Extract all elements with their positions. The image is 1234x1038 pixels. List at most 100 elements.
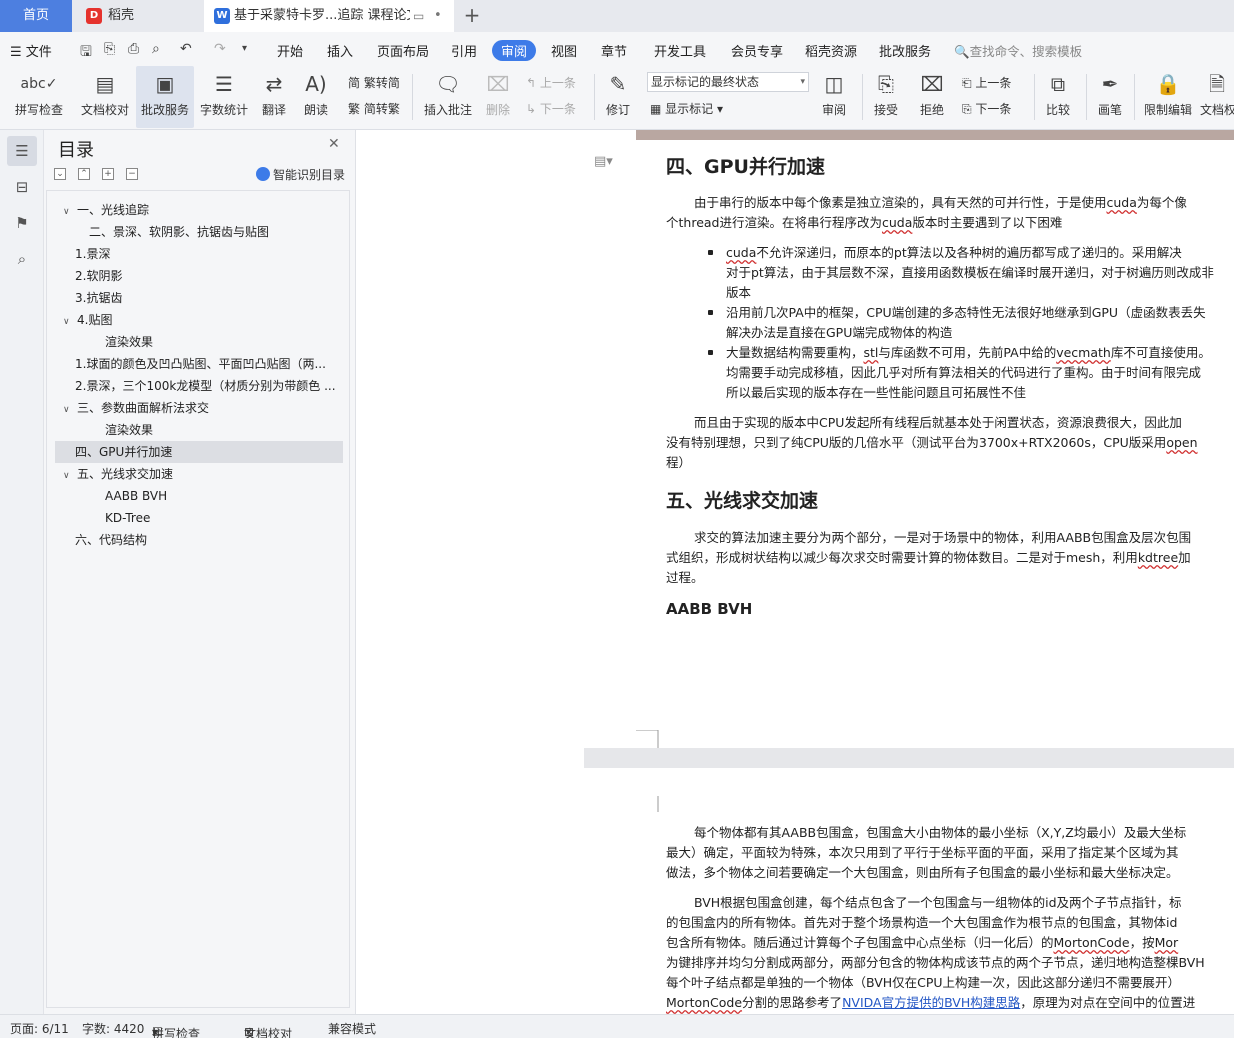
compare-button[interactable]: ⧉ 比较	[1040, 66, 1076, 128]
accept-button[interactable]: ⎘ 接受	[868, 66, 904, 128]
outline-item[interactable]: 1.球面的颜色及凹凸贴图、平面凹凸贴图（两...	[55, 353, 343, 375]
outline-item[interactable]: AABB BVH	[55, 485, 343, 507]
menu-member[interactable]: 会员专享	[731, 41, 783, 60]
monitor-icon[interactable]: ▭	[413, 0, 424, 32]
outline-item[interactable]: ∨ 一、光线追踪	[55, 199, 343, 221]
doc-rights-button[interactable]: 🗎 文档权	[1200, 66, 1234, 128]
prev-change-button[interactable]: ⎗ 上一条	[962, 74, 1011, 91]
close-icon[interactable]: •	[434, 0, 442, 32]
word-count-button[interactable]: ☰ 字数统计	[196, 66, 252, 128]
chapter-nav-icon[interactable]: ⊟	[7, 172, 37, 202]
markup-display-select[interactable]: 显示标记的最终状态 ▾	[647, 72, 809, 92]
proofread-button[interactable]: ▤ 文档校对	[76, 66, 134, 128]
menu-chapter[interactable]: 章节	[601, 41, 627, 60]
document-page[interactable]: 每个物体都有其AABB包围盒，包围盒大小由物体的最小坐标（X,Y,Z均最小）及最…	[584, 768, 1234, 1014]
show-marks-button[interactable]: ▦ 显示标记 ▾	[650, 100, 723, 117]
outline-item-label: 渲染效果	[105, 335, 154, 349]
bookmark-icon[interactable]: ⚑	[7, 208, 37, 238]
export-icon[interactable]: ⎘	[104, 41, 115, 57]
tab-daoke[interactable]: D 稻壳	[74, 0, 202, 32]
outline-icon[interactable]: ☰	[7, 136, 37, 166]
translate-button[interactable]: ⇄ 翻译	[256, 66, 292, 128]
outline-item[interactable]: 六、代码结构	[55, 529, 343, 551]
paragraph-options-icon[interactable]: ▤▾	[594, 154, 613, 169]
collapse-all-icon[interactable]: ⌃	[78, 168, 90, 180]
outline-item[interactable]: ∨ 4.贴图	[55, 309, 343, 331]
next-comment-button[interactable]: ↳ 下一条	[526, 100, 576, 117]
chevron-down-icon[interactable]: ∨	[63, 465, 77, 485]
menu-layout[interactable]: 页面布局	[377, 41, 429, 60]
read-aloud-button[interactable]: A) 朗读	[298, 66, 334, 128]
menu-insert[interactable]: 插入	[327, 41, 353, 60]
tab-daoke-label: 稻壳	[108, 8, 135, 23]
save-icon[interactable]: 🖫	[80, 41, 92, 65]
redo-icon[interactable]: ↷	[214, 41, 226, 57]
next-change-icon: ⎘	[962, 102, 976, 116]
menu-reference[interactable]: 引用	[451, 41, 477, 60]
document-area[interactable]: ▤▾ 四、GPU并行加速 由于串行的版本中每个像素是独立渲染的，具有天然的可并行…	[356, 130, 1234, 1014]
trad-to-simp-button[interactable]: 简 繁转简	[348, 74, 400, 91]
print-icon[interactable]: ⎙	[128, 41, 139, 57]
menu-daoke-resources[interactable]: 稻壳资源	[805, 41, 857, 60]
outline-item[interactable]: 2.景深，三个100k龙模型（材质分别为带颜色 ...	[55, 375, 343, 397]
tab-home[interactable]: 首页	[0, 0, 72, 32]
chevron-down-icon[interactable]: ∨	[63, 311, 77, 331]
paragraph-line: 式组织，形成树状结构以减少每次求交时需要计算的物体数目。二是对于mesh，利用k…	[666, 547, 1191, 566]
expand-all-icon[interactable]: ⌄	[54, 168, 66, 180]
delete-comment-button[interactable]: ⌧ 删除	[480, 66, 516, 128]
document-page[interactable]: ▤▾ 四、GPU并行加速 由于串行的版本中每个像素是独立渲染的，具有天然的可并行…	[584, 130, 1234, 748]
remove-heading-icon[interactable]: −	[126, 168, 138, 180]
preview-icon[interactable]: ⌕	[152, 41, 160, 57]
outline-item[interactable]: 3.抗锯齿	[55, 287, 343, 309]
page-indicator[interactable]: 页面: 6/11	[10, 1020, 69, 1037]
menu-correct-service[interactable]: 批改服务	[879, 41, 931, 60]
outline-item-label: KD-Tree	[105, 511, 151, 525]
correct-service-button[interactable]: ▣ 批改服务	[136, 66, 194, 128]
spell-check-button[interactable]: abc✓ 拼写检查	[6, 66, 72, 128]
menu-start[interactable]: 开始	[277, 41, 303, 60]
outline-item-label: 六、代码结构	[75, 533, 148, 547]
chevron-down-icon[interactable]: ∨	[63, 399, 77, 419]
outline-item[interactable]: 2.软阴影	[55, 265, 343, 287]
chevron-down-icon: ▾	[800, 77, 805, 87]
reference-link[interactable]: NVIDA官方提供的BVH构建思路	[842, 995, 1020, 1010]
outline-item[interactable]: ∨ 五、光线求交加速	[55, 463, 343, 485]
text-run: 个thread进行渲染。在将串行程序改为	[666, 215, 882, 230]
tab-document[interactable]: W 基于采蒙特卡罗...追踪 课程论文 ▭ •	[204, 0, 454, 32]
customize-icon[interactable]: ▾	[242, 43, 247, 54]
outline-item-label: 2.软阴影	[75, 269, 123, 283]
insert-comment-label: 插入批注	[423, 103, 472, 117]
outline-item[interactable]: KD-Tree	[55, 507, 343, 529]
review-pane-button[interactable]: ◫ 审阅	[816, 66, 852, 128]
file-menu[interactable]: ☰ 文件	[10, 41, 52, 60]
undo-icon[interactable]: ↶	[180, 41, 192, 57]
chevron-down-icon[interactable]: ∨	[63, 201, 77, 221]
next-change-button[interactable]: ⎘ 下一条	[962, 100, 1011, 117]
command-search[interactable]: 🔍查找命令、搜索模板	[954, 41, 1082, 60]
word-count-indicator[interactable]: 字数: 4420	[82, 1020, 144, 1037]
track-changes-button[interactable]: ✎ 修订	[600, 66, 636, 128]
insert-comment-button[interactable]: 🗨 插入批注	[420, 66, 476, 128]
show-marks-label: 显示标记	[665, 102, 714, 116]
outline-item[interactable]: 四、GPU并行加速	[55, 441, 343, 463]
add-heading-icon[interactable]: +	[102, 168, 114, 180]
search-icon[interactable]: ⌕	[7, 244, 37, 274]
prev-comment-button[interactable]: ↰ 上一条	[526, 74, 576, 91]
menu-devtools[interactable]: 开发工具	[654, 41, 706, 60]
pen-button[interactable]: ✒ 画笔	[1092, 66, 1128, 128]
menu-view[interactable]: 视图	[551, 41, 577, 60]
reject-button[interactable]: ⌧ 拒绝	[914, 66, 950, 128]
menu-review[interactable]: 审阅	[492, 40, 537, 61]
restrict-edit-button[interactable]: 🔒 限制编辑	[1140, 66, 1196, 128]
simp-to-trad-button[interactable]: 繁 简转繁	[348, 100, 400, 117]
new-tab-button[interactable]: +	[462, 0, 482, 32]
outline-item[interactable]: 1.景深	[55, 243, 343, 265]
writer-logo-icon: W	[214, 8, 230, 24]
outline-item[interactable]: ∨ 三、参数曲面解析法求交	[55, 397, 343, 419]
review-pane-icon: ◫	[824, 72, 844, 96]
outline-item[interactable]: 二、景深、软阴影、抗锯齿与贴图	[55, 221, 343, 243]
outline-item[interactable]: 渲染效果	[55, 419, 343, 441]
close-icon[interactable]: ✕	[328, 136, 340, 152]
outline-item[interactable]: 渲染效果	[55, 331, 343, 353]
smart-toc-button[interactable]: 智能识别目录	[256, 166, 345, 183]
